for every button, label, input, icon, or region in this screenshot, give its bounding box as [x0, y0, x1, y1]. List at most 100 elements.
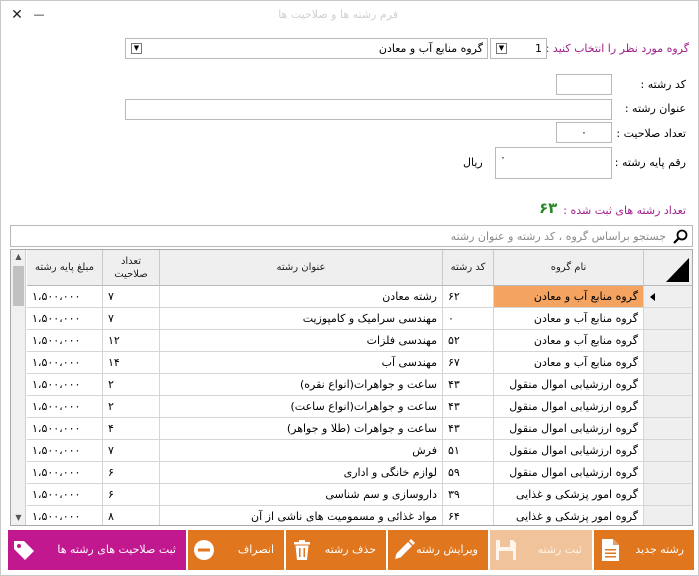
row-header[interactable] [644, 330, 692, 352]
cell-code: ۵۲ [443, 330, 494, 352]
table-row[interactable]: ۱،۵۰۰،۰۰۰ ۸ مواد غذائی و مسمومیت های ناش… [11, 506, 692, 525]
row-header[interactable] [644, 374, 692, 396]
table-row[interactable]: ۱،۵۰۰،۰۰۰ ۲ ساعت و جواهرات(انواع نقره) ۴… [11, 374, 692, 396]
cell-group: گروه امور پزشکی و غذایی [494, 506, 644, 525]
group-code-value: 1 [535, 42, 542, 55]
col-header-amount[interactable]: مبلغ پایه رشته [27, 250, 103, 286]
code-input[interactable] [556, 74, 612, 95]
edit-button[interactable]: ویرایش رشته [388, 530, 488, 570]
main-window: ✕ — فرم رشته ها و صلاحیت ها گروه مورد نظ… [0, 0, 699, 576]
cell-group: گروه ارزشیابی اموال منقول [494, 396, 644, 418]
select-all-triangle-icon[interactable] [644, 250, 693, 286]
new-field-button[interactable]: رشته جدید [594, 530, 694, 570]
edit-pencil-icon [395, 539, 415, 559]
competency-count-label: تعداد صلاحیت : [616, 127, 686, 140]
cancel-label: انصراف [237, 543, 274, 556]
cell-code: ۴۳ [443, 418, 494, 440]
cell-title: رشته معادن [160, 286, 443, 308]
header-corner [644, 250, 693, 286]
cell-code: ۶۴ [443, 506, 494, 525]
cell-group: گروه ارزشیابی اموال منقول [494, 440, 644, 462]
cell-amount: ۱،۵۰۰،۰۰۰ [27, 330, 103, 352]
table-row[interactable]: ۱،۵۰۰،۰۰۰ ۷ فرش ۵۱ گروه ارزشیابی اموال م… [11, 440, 692, 462]
edit-label: ویرایش رشته [416, 543, 478, 556]
table-row[interactable]: ۱،۵۰۰،۰۰۰ ۲ ساعت و جواهرات(انواع ساعت) ۴… [11, 396, 692, 418]
cell-title: ساعت و جواهرات(انواع نقره) [160, 374, 443, 396]
chevron-down-icon: ▼ [131, 43, 142, 54]
cell-amount: ۱،۵۰۰،۰۰۰ [27, 484, 103, 506]
group-name-select[interactable]: ▼ گروه منابع آب و معادن [125, 38, 488, 59]
search-icon [673, 229, 688, 244]
row-header[interactable] [644, 484, 692, 506]
cell-amount: ۱،۵۰۰،۰۰۰ [27, 506, 103, 525]
new-document-icon [602, 539, 619, 561]
base-amount-label: رقم پایه رشته : [614, 156, 686, 169]
cell-code: ۶۷ [443, 352, 494, 374]
row-header[interactable] [644, 418, 692, 440]
cancel-minus-icon [194, 540, 214, 560]
row-header[interactable] [644, 308, 692, 330]
delete-button[interactable]: حذف رشته [286, 530, 386, 570]
col-header-count[interactable]: تعداد صلاحیت [103, 250, 160, 286]
search-box[interactable]: جستجو براساس گروه ، کد رشته و عنوان رشته [10, 225, 693, 247]
row-header[interactable] [644, 286, 692, 308]
chevron-down-icon: ▼ [496, 43, 507, 54]
delete-label: حذف رشته [324, 543, 376, 556]
cell-count: ۷ [103, 308, 160, 330]
scroll-up-icon[interactable]: ▲ [11, 250, 26, 264]
table-row[interactable]: ۱،۵۰۰،۰۰۰ ۴ ساعت و جواهرات (طلا و جواهر)… [11, 418, 692, 440]
registered-count-value: ۶۳ [539, 199, 558, 217]
save-button[interactable]: ثبت رشته [490, 530, 592, 570]
cell-code: ۳۹ [443, 484, 494, 506]
cancel-button[interactable]: انصراف [188, 530, 284, 570]
action-toolbar: ثبت صلاحیت های رشته ها انصراف حذف رشته و… [8, 530, 694, 570]
cell-count: ۴ [103, 418, 160, 440]
cell-amount: ۱،۵۰۰،۰۰۰ [27, 462, 103, 484]
col-header-title[interactable]: عنوان رشته [160, 250, 443, 286]
title-input[interactable] [125, 99, 612, 120]
save-label: ثبت رشته [537, 543, 582, 556]
table-row[interactable]: ۱،۵۰۰،۰۰۰ ۶ داروسازی و سم شناسی ۳۹ گروه … [11, 484, 692, 506]
fields-table[interactable]: ▲ ▼ مبلغ پایه رشته تعداد صلاحیت عنوان رش… [10, 249, 693, 526]
group-label: گروه مورد نظر را انتخاب کنید : [545, 42, 689, 55]
table-row[interactable]: ۱،۵۰۰،۰۰۰ ۶ لوازم خانگی و اداری ۵۹ گروه … [11, 462, 692, 484]
cell-amount: ۱،۵۰۰،۰۰۰ [27, 308, 103, 330]
group-code-select[interactable]: ▼ 1 [490, 38, 547, 59]
save-competencies-button[interactable]: ثبت صلاحیت های رشته ها [8, 530, 186, 570]
row-header[interactable] [644, 352, 692, 374]
cell-group: گروه ارزشیابی اموال منقول [494, 418, 644, 440]
cell-amount: ۱،۵۰۰،۰۰۰ [27, 374, 103, 396]
group-name-value: گروه منابع آب و معادن [378, 42, 483, 55]
cell-count: ۶ [103, 484, 160, 506]
table-body: ۱،۵۰۰،۰۰۰ ۷ رشته معادن ۶ ۲ گروه منابع آب … [11, 286, 692, 525]
cell-group: گروه منابع آب و معادن [494, 308, 644, 330]
trash-icon [294, 540, 310, 560]
cell-count: ۲ [103, 374, 160, 396]
cell-code: ۰ [443, 308, 494, 330]
col-header-code[interactable]: کد رشته [443, 250, 494, 286]
minimize-icon[interactable]: — [29, 5, 49, 25]
tag-icon [14, 541, 34, 560]
cell-amount: ۱،۵۰۰،۰۰۰ [27, 418, 103, 440]
row-header[interactable] [644, 462, 692, 484]
table-row[interactable]: ۱،۵۰۰،۰۰۰ ۷ رشته معادن ۶۲ گروه منابع آب … [11, 286, 692, 308]
cell-count: ۱۲ [103, 330, 160, 352]
cell-code: ۴۳ [443, 396, 494, 418]
base-amount-input[interactable]: ۰ [495, 147, 612, 179]
cell-code: ۵۹ [443, 462, 494, 484]
cell-count: ۱۴ [103, 352, 160, 374]
row-header[interactable] [644, 506, 692, 525]
row-header[interactable] [644, 440, 692, 462]
save-icon [496, 540, 516, 560]
close-icon[interactable]: ✕ [7, 5, 27, 25]
cell-count: ۲ [103, 396, 160, 418]
row-header[interactable] [644, 396, 692, 418]
cell-group: گروه ارزشیابی اموال منقول [494, 374, 644, 396]
table-row[interactable]: ۱،۵۰۰،۰۰۰ ۷ مهندسی سرامیک و کامپوزیت ۰ گ… [11, 308, 692, 330]
competency-count-input[interactable]: ۰ [556, 122, 612, 143]
col-header-group[interactable]: نام گروه [494, 250, 644, 286]
table-row[interactable]: ۱،۵۰۰،۰۰۰ ۱۲ مهندسی فلزات ۵۲ گروه منابع … [11, 330, 692, 352]
cell-amount: ۱،۵۰۰،۰۰۰ [27, 440, 103, 462]
cell-code: ۵۱ [443, 440, 494, 462]
table-row[interactable]: ۱،۵۰۰،۰۰۰ ۱۴ مهندسی آب ۶۷ گروه منابع آب … [11, 352, 692, 374]
